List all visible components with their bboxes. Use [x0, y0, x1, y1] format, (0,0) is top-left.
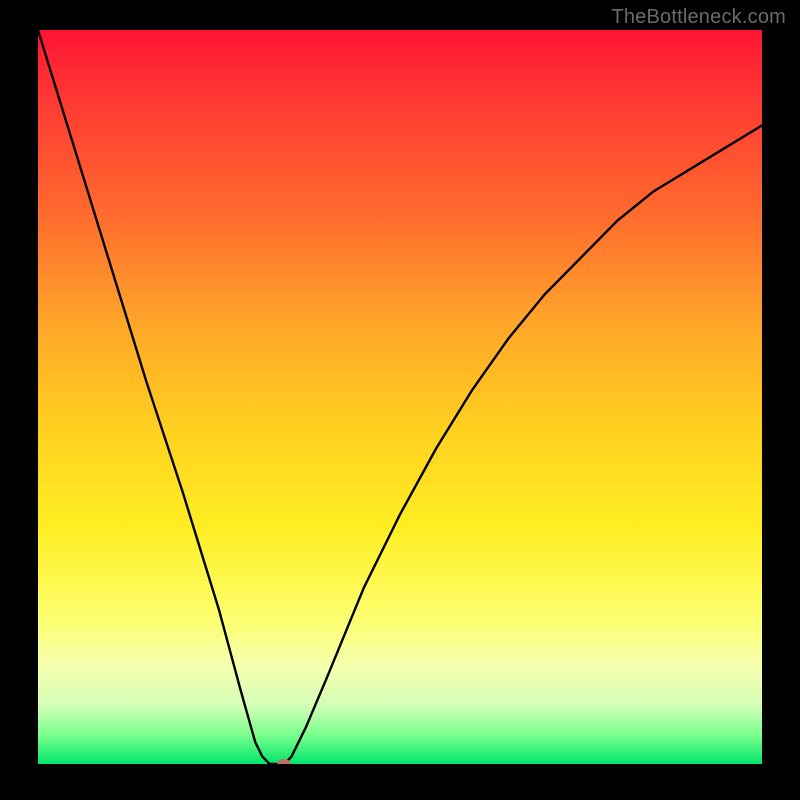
watermark-text: TheBottleneck.com — [611, 6, 786, 29]
optimal-point-marker — [277, 759, 291, 764]
plot-area — [38, 30, 762, 764]
curve-svg — [38, 30, 762, 764]
chart-container: TheBottleneck.com — [0, 0, 800, 800]
bottleneck-curve — [38, 30, 762, 764]
